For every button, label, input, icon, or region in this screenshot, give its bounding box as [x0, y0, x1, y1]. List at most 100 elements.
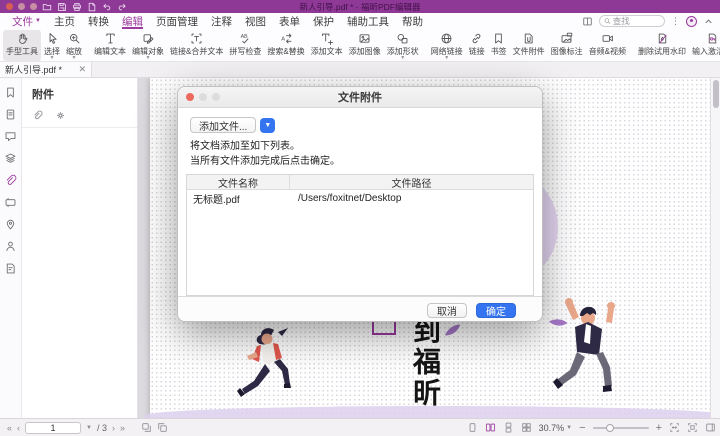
sidebar-button-destinations[interactable] [3, 216, 19, 232]
grid-view-icon[interactable] [521, 422, 532, 433]
ribbon-toolbar: 手型工具 选择▼缩放▼ 编辑文本 编辑对象▼链接&合并文本 AB拼写检查 A搜索&… [0, 29, 720, 62]
page-number-input[interactable]: 1 [25, 422, 81, 434]
sidebar-button-form-fields[interactable] [3, 194, 19, 210]
toolbar-button-activation-code[interactable]: 输入激活码 [689, 30, 720, 61]
facing-page-view-icon[interactable] [485, 422, 496, 433]
status-bar: « ‹ 1 ▼ / 3 › » 30.7% ▼ − + [0, 418, 720, 436]
toolbar-button-edit-object[interactable]: 编辑对象▼ [129, 30, 167, 61]
previous-view-icon[interactable] [141, 422, 152, 433]
single-page-view-icon[interactable] [467, 422, 478, 433]
dialog-hint-line2: 当所有文件添加完成后点击确定。 [178, 155, 542, 168]
fit-page-icon[interactable] [687, 422, 698, 433]
toolbar-button-spell-check[interactable]: AB拼写检查 [226, 30, 264, 61]
search-box[interactable] [599, 15, 665, 27]
toolbar-button-bookmark[interactable]: 书签 [488, 30, 510, 61]
toolbar-button-add-shape[interactable]: 添加形状▼ [384, 30, 422, 61]
dialog-close-button[interactable] [186, 93, 194, 101]
fit-width-icon[interactable] [669, 422, 680, 433]
toolbar-button-add-image[interactable]: 添加图像 [346, 30, 384, 61]
ok-button[interactable]: 确定 [476, 303, 516, 318]
sidebar-button-attachments[interactable] [3, 172, 19, 188]
page-dropdown-caret-icon[interactable]: ▼ [86, 425, 92, 431]
menu-item[interactable]: 保护 [313, 13, 334, 29]
toolbar-button-file-attachment[interactable]: 文件附件 [510, 30, 548, 61]
page-vertical-text: 到福昕 [408, 316, 442, 409]
toolbar-button-image-annotation[interactable]: 图像标注 [548, 30, 586, 61]
spacer [109, 56, 110, 61]
account-avatar[interactable] [686, 16, 697, 27]
add-file-dropdown-button[interactable]: ▼ [260, 118, 275, 133]
document-tab[interactable]: 新人引导.pdf * ✕ [0, 62, 92, 77]
spacer [711, 56, 712, 61]
layout-switch-icon[interactable] [582, 16, 593, 27]
zoom-out-button[interactable]: − [579, 423, 585, 433]
menu-item[interactable]: 文件▼ [12, 13, 41, 29]
toolbar-button-search-replace[interactable]: A搜索&替换 [264, 30, 307, 61]
zoom-in-button[interactable]: + [656, 423, 662, 433]
kebab-menu-icon[interactable]: ⋮ [671, 16, 680, 27]
sidebar-button-bookmark[interactable] [3, 84, 19, 100]
previous-page-icon[interactable]: ‹ [17, 423, 20, 433]
redo-icon[interactable] [117, 2, 127, 12]
web-link-icon [440, 32, 453, 46]
scrollbar-thumb[interactable] [713, 80, 719, 108]
collapse-toolbar-icon[interactable] [703, 16, 714, 27]
tab-close-icon[interactable]: ✕ [78, 65, 86, 74]
open-attachment-icon[interactable] [32, 110, 43, 121]
column-header-filepath[interactable]: 文件路径 [290, 175, 533, 189]
menu-item-label: 转换 [88, 14, 109, 29]
zoom-slider[interactable] [593, 427, 649, 429]
cancel-button[interactable]: 取消 [427, 303, 467, 318]
toolbar-button-remove-watermark[interactable]: 删除试用水印 [635, 30, 689, 61]
toolbar-button-zoom-plus[interactable]: 缩放▼ [63, 30, 85, 61]
zoom-slider-knob[interactable] [606, 424, 614, 432]
toolbar-button-audio-video[interactable]: 音频&视频 [586, 30, 629, 61]
toolbar-button-edit-text[interactable]: 编辑文本 [91, 30, 129, 61]
toolbar-button-link-merge-text[interactable]: 链接&合并文本 [167, 30, 226, 61]
toolbar-button-web-link[interactable]: 网络链接▼ [428, 30, 466, 61]
add-file-button[interactable]: 添加文件... [190, 117, 256, 133]
next-view-icon[interactable] [157, 422, 168, 433]
document-tabbar: 新人引导.pdf * ✕ [0, 62, 720, 78]
last-page-icon[interactable]: » [120, 423, 125, 433]
vertical-scrollbar[interactable] [710, 78, 720, 418]
window-zoom-button[interactable] [30, 3, 37, 10]
panel-toggle-icon[interactable] [705, 422, 716, 433]
first-page-icon[interactable]: « [7, 423, 12, 433]
toolbar-button-hand[interactable]: 手型工具 [3, 30, 41, 61]
menu-item[interactable]: 转换 [88, 13, 109, 29]
sidebar-button-page-thumbnails[interactable] [3, 106, 19, 122]
zoom-level-control[interactable]: 30.7% ▼ [539, 423, 572, 433]
menu-item[interactable]: 主页 [54, 13, 75, 29]
toolbar-button-label: 输入激活码 [692, 47, 720, 56]
continuous-view-icon[interactable] [503, 422, 514, 433]
menu-item[interactable]: 表单 [279, 13, 300, 29]
open-file-icon[interactable] [42, 2, 52, 12]
attachment-row[interactable]: 无标题.pdf/Users/foxitnet/Desktop [187, 190, 533, 207]
svg-text:AB: AB [240, 34, 248, 40]
search-input[interactable] [613, 16, 660, 26]
menu-item[interactable]: 视图 [245, 13, 266, 29]
undo-icon[interactable] [102, 2, 112, 12]
menu-item[interactable]: 编辑 [122, 13, 143, 29]
next-page-icon[interactable]: › [112, 423, 115, 433]
window-minimize-button[interactable] [18, 3, 25, 10]
column-header-filename[interactable]: 文件名称 [187, 175, 290, 189]
new-document-icon[interactable] [87, 2, 97, 12]
toolbar-button-add-text[interactable]: 添加文本 [308, 30, 346, 61]
sidebar-button-articles[interactable] [3, 260, 19, 276]
sidebar-button-signature[interactable] [3, 238, 19, 254]
window-close-button[interactable] [6, 3, 13, 10]
toolbar-button-cursor[interactable]: 选择▼ [41, 30, 63, 61]
menu-item[interactable]: 辅助工具 [347, 13, 389, 29]
attachment-settings-icon[interactable] [55, 110, 66, 121]
menu-item[interactable]: 帮助 [402, 13, 423, 29]
sidebar-button-comments[interactable] [3, 128, 19, 144]
attachment-table-header: 文件名称 文件路径 [187, 175, 533, 190]
sidebar-button-layers[interactable] [3, 150, 19, 166]
save-icon[interactable] [57, 2, 67, 12]
menu-item[interactable]: 页面管理 [156, 13, 198, 29]
toolbar-button-chain-link[interactable]: 链接 [466, 30, 488, 61]
menu-item[interactable]: 注释 [211, 13, 232, 29]
print-icon[interactable] [72, 2, 82, 12]
